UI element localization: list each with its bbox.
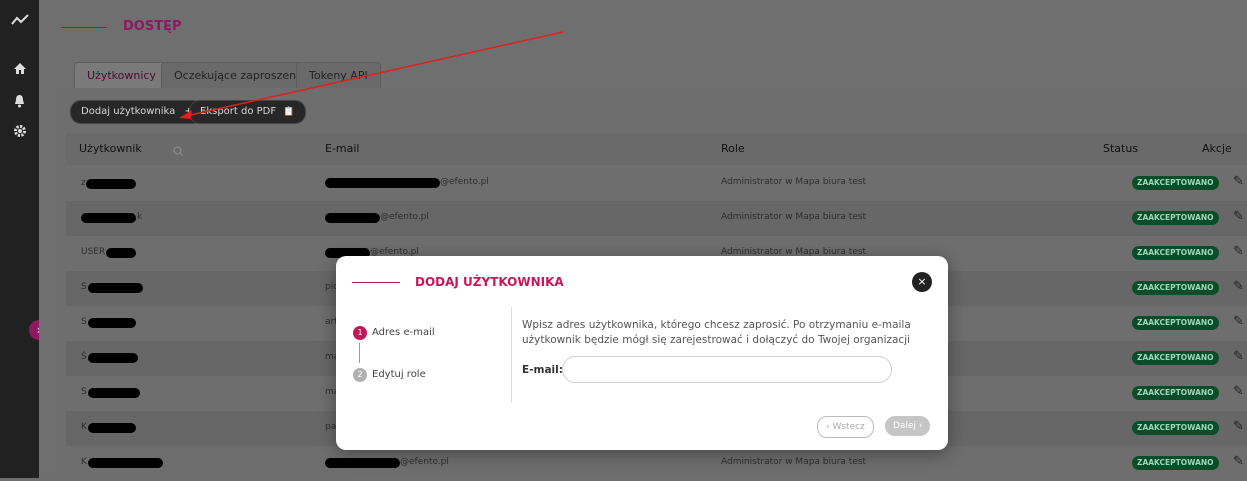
- modal-title: DODAJ UŻYTKOWNIKA: [415, 275, 564, 289]
- email-input[interactable]: [562, 356, 892, 383]
- modal-title-decoration: [352, 282, 400, 283]
- step-connector: [359, 343, 360, 363]
- email-label: E-mail:: [522, 364, 563, 376]
- step-2-label: Edytuj role: [372, 369, 426, 380]
- step-1-number: 1: [353, 326, 367, 340]
- add-user-modal: DODAJ UŻYTKOWNIKA × 1 Adres e-mail 2 Edy…: [336, 256, 948, 450]
- modal-description: Wpisz adres użytkownika, którego chcesz …: [522, 319, 911, 346]
- modal-divider: [511, 307, 512, 403]
- back-button[interactable]: ‹ Wstecz: [817, 416, 874, 438]
- close-icon[interactable]: ×: [912, 272, 932, 292]
- step-2-number: 2: [353, 368, 367, 382]
- step-1-label: Adres e-mail: [372, 327, 435, 338]
- next-button[interactable]: Dalej ›: [885, 416, 931, 436]
